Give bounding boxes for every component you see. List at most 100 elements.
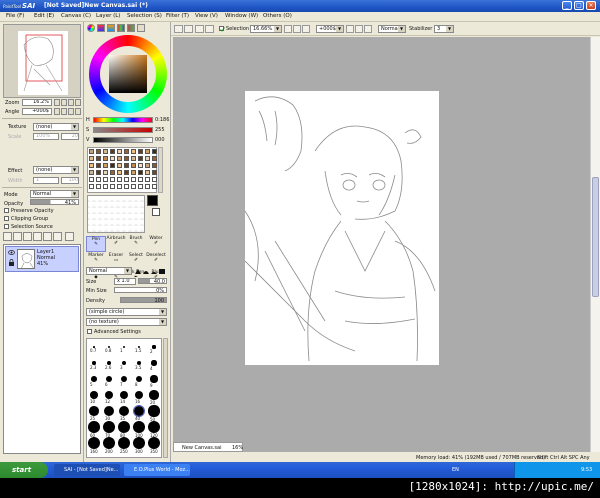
preserve-opacity-checkbox[interactable] bbox=[4, 208, 9, 213]
brush-size-preset[interactable] bbox=[103, 437, 115, 449]
new-linework-layer-icon[interactable] bbox=[13, 232, 22, 241]
flip-button[interactable] bbox=[75, 108, 81, 115]
scratchpad[interactable] bbox=[87, 195, 145, 233]
maximize-button[interactable]: □ bbox=[574, 1, 584, 10]
brush-size-preset[interactable] bbox=[118, 437, 130, 449]
canvas-workspace[interactable] bbox=[173, 37, 590, 455]
zoom-in-button[interactable] bbox=[61, 99, 67, 106]
canvas-paper[interactable] bbox=[244, 91, 439, 365]
brush-edge-shapes[interactable] bbox=[134, 268, 167, 275]
vscroll-thumb[interactable] bbox=[592, 177, 599, 297]
color-swatch[interactable] bbox=[145, 184, 150, 189]
taskbar-item-firefox[interactable]: E.O.Plus World - Moz... bbox=[124, 464, 190, 476]
swatches-icon[interactable] bbox=[127, 24, 135, 32]
brush-size-preset[interactable] bbox=[135, 375, 143, 383]
color-swatch[interactable] bbox=[103, 156, 108, 161]
start-button[interactable]: start bbox=[0, 462, 48, 478]
menu-file[interactable]: File (F) bbox=[6, 13, 24, 19]
zoom-out-button[interactable] bbox=[54, 99, 60, 106]
clipping-group-checkbox[interactable] bbox=[4, 216, 9, 221]
rotate-reset-button[interactable] bbox=[68, 108, 74, 115]
brush-size-preset[interactable] bbox=[118, 421, 130, 433]
color-swatch[interactable] bbox=[124, 177, 129, 182]
stabilizer-select[interactable]: 3 ▼ bbox=[434, 25, 454, 33]
color-swatch[interactable] bbox=[131, 170, 136, 175]
color-swatch[interactable] bbox=[96, 163, 101, 168]
color-swatch[interactable] bbox=[117, 156, 122, 161]
color-swatch[interactable] bbox=[117, 170, 122, 175]
merge-down-icon[interactable] bbox=[43, 232, 52, 241]
brush-size-preset[interactable] bbox=[148, 421, 160, 433]
color-swatch[interactable] bbox=[96, 156, 101, 161]
brush-size-preset[interactable] bbox=[88, 421, 100, 433]
color-swatch[interactable] bbox=[131, 156, 136, 161]
color-swatch[interactable] bbox=[138, 170, 143, 175]
color-swatch[interactable] bbox=[152, 149, 157, 154]
color-mixer-icon[interactable] bbox=[117, 24, 125, 32]
minimize-button[interactable]: _ bbox=[562, 1, 572, 10]
brush-size-preset[interactable] bbox=[89, 406, 99, 416]
menu-view[interactable]: View (V) bbox=[195, 13, 218, 19]
presets-scrollbar[interactable] bbox=[163, 338, 168, 458]
color-swatch[interactable] bbox=[110, 170, 115, 175]
brush-size-preset[interactable] bbox=[105, 391, 113, 399]
color-swatch[interactable] bbox=[138, 184, 143, 189]
invert-selection-icon[interactable] bbox=[205, 25, 214, 33]
swatch-grid[interactable] bbox=[87, 147, 157, 193]
color-swatch[interactable] bbox=[138, 149, 143, 154]
brush-size-preset[interactable] bbox=[90, 391, 98, 399]
vertical-scrollbar[interactable] bbox=[590, 37, 600, 455]
color-swatch[interactable] bbox=[124, 184, 129, 189]
color-swatch[interactable] bbox=[103, 170, 108, 175]
color-swatch[interactable] bbox=[145, 156, 150, 161]
rotate-left-button[interactable] bbox=[54, 108, 60, 115]
brush-size-preset[interactable] bbox=[148, 437, 160, 449]
advanced-settings-checkbox[interactable] bbox=[87, 329, 92, 334]
redo-icon[interactable] bbox=[184, 25, 193, 33]
color-swatch[interactable] bbox=[103, 149, 108, 154]
color-swatch[interactable] bbox=[103, 184, 108, 189]
color-swatch[interactable] bbox=[124, 170, 129, 175]
rotate-ccw-icon[interactable] bbox=[346, 25, 354, 33]
color-swatch[interactable] bbox=[96, 170, 101, 175]
secondary-color-swatch[interactable] bbox=[152, 208, 160, 216]
selection-source-checkbox[interactable] bbox=[4, 224, 9, 229]
width-field[interactable]: 1 bbox=[33, 177, 59, 184]
hue-slider[interactable] bbox=[93, 117, 153, 123]
value-slider[interactable] bbox=[93, 137, 153, 143]
saturation-slider[interactable] bbox=[93, 127, 153, 133]
clear-layer-icon[interactable] bbox=[53, 232, 62, 241]
menu-canvas[interactable]: Canvas (C) bbox=[61, 13, 91, 19]
menu-filter[interactable]: Filter (T) bbox=[166, 13, 189, 19]
color-swatch[interactable] bbox=[110, 177, 115, 182]
tool-water[interactable]: Water ✐ bbox=[146, 236, 166, 252]
menu-others[interactable]: Others (O) bbox=[263, 13, 292, 19]
layer-item-layer1[interactable]: Layer1 Normal 41% bbox=[5, 246, 79, 272]
selection-checkbox[interactable] bbox=[219, 26, 225, 32]
tool-brush[interactable]: Brush ✎ bbox=[126, 236, 146, 252]
color-swatch[interactable] bbox=[117, 184, 122, 189]
deselect-icon[interactable] bbox=[195, 25, 204, 33]
undo-icon[interactable] bbox=[174, 25, 183, 33]
color-swatch[interactable] bbox=[89, 149, 94, 154]
transfer-down-icon[interactable] bbox=[33, 232, 42, 241]
color-swatch[interactable] bbox=[89, 177, 94, 182]
color-swatch[interactable] bbox=[152, 177, 157, 182]
color-swatch[interactable] bbox=[110, 184, 115, 189]
eye-icon[interactable] bbox=[8, 249, 15, 256]
color-wheel-icon[interactable] bbox=[87, 24, 95, 32]
color-swatch[interactable] bbox=[110, 163, 115, 168]
layer-mode-select[interactable]: Normal ▼ bbox=[30, 190, 79, 198]
color-swatch[interactable] bbox=[131, 184, 136, 189]
navigator-preview[interactable] bbox=[3, 24, 81, 98]
scale-num-field[interactable]: 20 bbox=[61, 133, 79, 140]
new-layer-icon[interactable] bbox=[3, 232, 12, 241]
brush-size-preset[interactable] bbox=[133, 437, 145, 449]
color-swatch[interactable] bbox=[96, 184, 101, 189]
tool-airbrush[interactable]: Airbrush ✐ bbox=[106, 236, 126, 252]
color-swatch[interactable] bbox=[138, 156, 143, 161]
color-swatch[interactable] bbox=[138, 177, 143, 182]
brush-size-preset[interactable] bbox=[148, 405, 160, 417]
swatch-scrollbar[interactable] bbox=[158, 147, 163, 193]
brush-size-preset[interactable] bbox=[132, 404, 146, 418]
